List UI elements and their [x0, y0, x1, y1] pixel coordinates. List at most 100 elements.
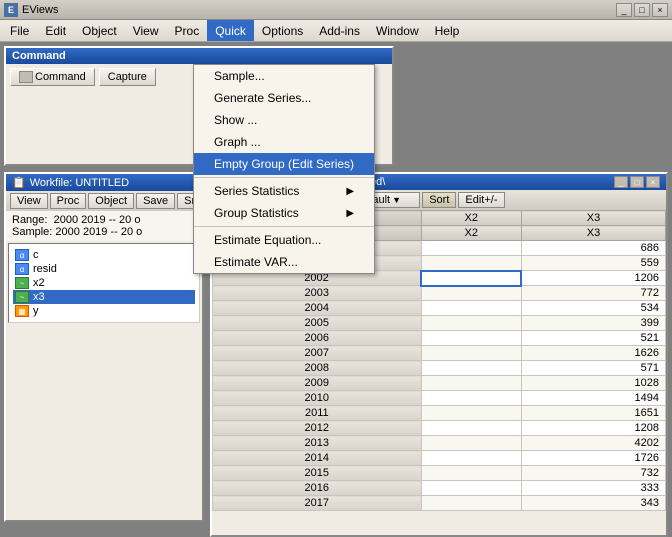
edit-plus-button[interactable]: Edit+/-	[458, 192, 504, 208]
cell-x3[interactable]: 343	[521, 496, 665, 511]
workfile-range: Range: 2000 2019 -- 20 o	[12, 214, 196, 226]
menu-item-generate[interactable]: Generate Series...	[194, 87, 374, 109]
cell-x3[interactable]: 571	[521, 361, 665, 376]
list-item[interactable]: α resid	[13, 262, 195, 276]
menu-file[interactable]: File	[2, 20, 37, 41]
cell-x3[interactable]: 4202	[521, 436, 665, 451]
cell-x2[interactable]	[421, 286, 521, 301]
cell-x3[interactable]: 732	[521, 466, 665, 481]
minimize-button[interactable]: _	[616, 3, 632, 17]
cell-year: 2014	[213, 451, 422, 466]
cell-x3[interactable]: 1726	[521, 451, 665, 466]
table-row: 2015 732	[213, 466, 666, 481]
wf-object-btn[interactable]: Object	[88, 193, 134, 209]
cell-year: 2015	[213, 466, 422, 481]
command-button[interactable]: Command	[10, 68, 95, 86]
menu-quick[interactable]: Quick	[207, 20, 254, 41]
cell-x2[interactable]	[421, 496, 521, 511]
menu-item-series-stats[interactable]: Series Statistics ▶	[194, 180, 374, 202]
cell-year: 2012	[213, 421, 422, 436]
menu-view[interactable]: View	[125, 20, 167, 41]
menu-help[interactable]: Help	[427, 20, 468, 41]
cell-x3[interactable]: 1208	[521, 421, 665, 436]
table-row: 2006521	[213, 331, 666, 346]
menu-addins[interactable]: Add-ins	[311, 20, 368, 41]
wf-view-btn[interactable]: View	[10, 193, 48, 209]
maximize-button[interactable]: □	[634, 3, 650, 17]
series-icon: α	[15, 249, 29, 261]
table-row: 2008571	[213, 361, 666, 376]
cell-x2[interactable]	[421, 466, 521, 481]
menu-bar: File Edit Object View Proc Quick Options…	[0, 20, 672, 42]
table-row: 20071626	[213, 346, 666, 361]
cell-x3[interactable]: 772	[521, 286, 665, 301]
sort-button[interactable]: Sort	[422, 192, 456, 208]
cell-x2[interactable]	[421, 436, 521, 451]
cell-x3[interactable]: 1626	[521, 346, 665, 361]
cell-x2[interactable]	[421, 391, 521, 406]
close-button[interactable]: ×	[652, 3, 668, 17]
table-row: 2012 1208	[213, 421, 666, 436]
cell-year: 2016	[213, 481, 422, 496]
menu-item-estimate-var[interactable]: Estimate VAR...	[194, 251, 374, 273]
wf-save-btn[interactable]: Save	[136, 193, 175, 209]
cell-x3[interactable]: 1206	[521, 271, 665, 286]
menu-object[interactable]: Object	[74, 20, 125, 41]
menu-proc[interactable]: Proc	[167, 20, 208, 41]
data-close-btn[interactable]: ×	[646, 176, 660, 188]
menu-item-graph[interactable]: Graph ...	[194, 131, 374, 153]
workfile-title: 📋 Workfile: UNTITLED	[6, 174, 202, 191]
menu-options[interactable]: Options	[254, 20, 311, 41]
data-maximize-btn[interactable]: □	[630, 176, 644, 188]
menu-item-empty-group[interactable]: Empty Group (Edit Series)	[194, 153, 374, 175]
menu-window[interactable]: Window	[368, 20, 427, 41]
cell-x3[interactable]: 686	[521, 241, 665, 256]
cell-x2[interactable]	[421, 256, 521, 271]
cell-x2[interactable]	[421, 451, 521, 466]
list-item[interactable]: α c	[13, 248, 195, 262]
submenu-arrow-icon: ▶	[346, 186, 354, 197]
dropdown-arrow-icon: ▼	[392, 195, 401, 205]
cell-year: 2005	[213, 316, 422, 331]
series-icon: ~	[15, 291, 29, 303]
cell-x3[interactable]: 1651	[521, 406, 665, 421]
cell-x2[interactable]	[421, 271, 521, 286]
workfile-list: α c α resid ~ x2 ~ x3 ▦ y	[8, 243, 200, 323]
col-header-x3: X3	[521, 211, 665, 226]
workfile-info: Range: 2000 2019 -- 20 o Sample: 2000 20…	[6, 211, 202, 241]
title-bar: E EViews _ □ ×	[0, 0, 672, 20]
wf-proc-btn[interactable]: Proc	[50, 193, 87, 209]
list-item[interactable]: ▦ y	[13, 304, 195, 318]
cell-x2[interactable]	[421, 331, 521, 346]
quick-dropdown-menu: Sample... Generate Series... Show ... Gr…	[193, 64, 375, 274]
menu-edit[interactable]: Edit	[37, 20, 74, 41]
cell-x2[interactable]	[421, 376, 521, 391]
cell-x3[interactable]: 521	[521, 331, 665, 346]
cell-x3[interactable]: 534	[521, 301, 665, 316]
cell-x2[interactable]	[421, 406, 521, 421]
cell-x2[interactable]	[421, 241, 521, 256]
list-item-selected[interactable]: ~ x3	[13, 290, 195, 304]
table-row: 2003772	[213, 286, 666, 301]
col-subheader-x2: X2	[421, 226, 521, 241]
data-minimize-btn[interactable]: _	[614, 176, 628, 188]
cell-x2[interactable]	[421, 301, 521, 316]
cell-x2[interactable]	[421, 316, 521, 331]
cell-x3[interactable]: 1028	[521, 376, 665, 391]
capture-button[interactable]: Capture	[99, 68, 156, 86]
menu-item-show[interactable]: Show ...	[194, 109, 374, 131]
menu-item-estimate-eq[interactable]: Estimate Equation...	[194, 229, 374, 251]
cell-x2[interactable]	[421, 421, 521, 436]
menu-item-group-stats[interactable]: Group Statistics ▶	[194, 202, 374, 224]
cell-x2[interactable]	[421, 361, 521, 376]
cell-x3[interactable]: 399	[521, 316, 665, 331]
cell-x2[interactable]	[421, 481, 521, 496]
workfile-title-text: Workfile: UNTITLED	[30, 177, 129, 189]
app-icon: E	[4, 3, 18, 17]
list-item[interactable]: ~ x2	[13, 276, 195, 290]
cell-x2[interactable]	[421, 346, 521, 361]
cell-x3[interactable]: 333	[521, 481, 665, 496]
cell-x3[interactable]: 1494	[521, 391, 665, 406]
cell-x3[interactable]: 559	[521, 256, 665, 271]
menu-item-sample[interactable]: Sample...	[194, 65, 374, 87]
